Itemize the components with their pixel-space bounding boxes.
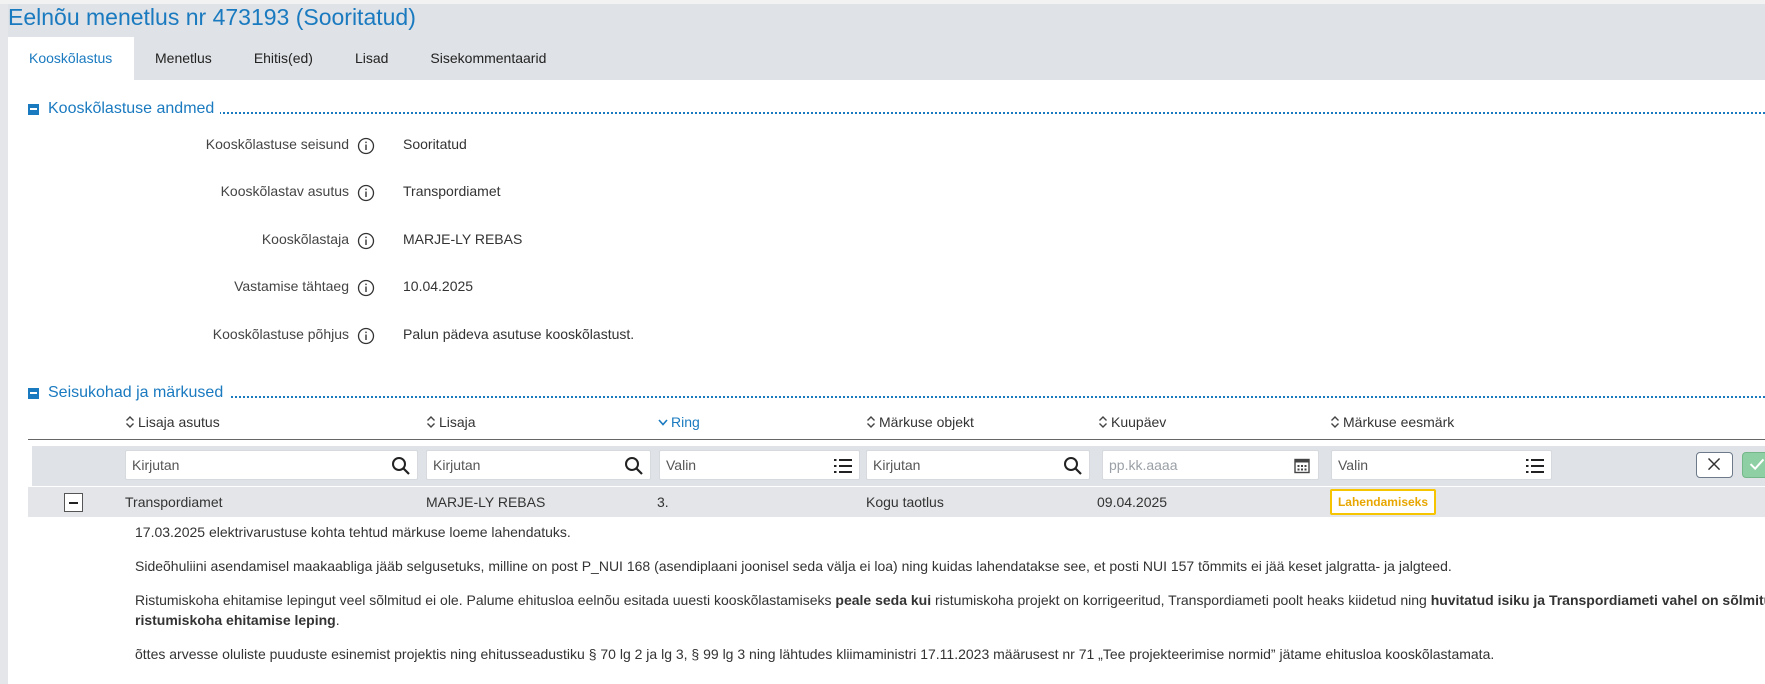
sort-icon: [867, 416, 875, 428]
check-icon: [1749, 458, 1765, 471]
field-value: MARJE-LY REBAS: [403, 231, 523, 247]
info-icon[interactable]: [357, 137, 375, 155]
tab-kooskolastus[interactable]: Kooskõlastus: [8, 37, 134, 80]
tab-lisad[interactable]: Lisad: [334, 37, 409, 80]
apply-filters-button[interactable]: [1742, 452, 1765, 478]
comment-paragraph: ristumiskoha ehitamise leping.: [135, 612, 340, 628]
field-status: Kooskõlastuse seisund Sooritatud: [0, 134, 1765, 158]
tab-bar: Kooskõlastus Menetlus Ehitis(ed) Lisad S…: [8, 37, 567, 80]
field-approver: Kooskõlastaja MARJE-LY REBAS: [0, 229, 1765, 253]
approval-section-header: Kooskõlastuse andmed: [28, 100, 1765, 120]
collapse-icon[interactable]: [28, 104, 39, 115]
field-value: Sooritatud: [403, 136, 467, 152]
search-icon[interactable]: [1063, 456, 1083, 476]
sort-desc-icon: [658, 419, 668, 426]
cell-round: 3.: [657, 494, 669, 510]
header-divider: [28, 439, 1765, 440]
column-header-organization[interactable]: Lisaja asutus: [125, 414, 220, 430]
info-icon[interactable]: [357, 184, 375, 202]
filter-author[interactable]: [426, 450, 651, 480]
calendar-icon[interactable]: [1292, 456, 1312, 476]
comment-paragraph: 17.03.2025 elektrivarustuse kohta tehtud…: [135, 524, 571, 540]
field-label: Kooskõlastaja: [261, 231, 349, 247]
sort-icon: [1099, 416, 1107, 428]
field-value: Palun pädeva asutuse kooskõlastust.: [403, 326, 635, 342]
filter-date-input[interactable]: [1103, 451, 1318, 479]
filter-object-input[interactable]: [867, 451, 1089, 479]
field-label: Kooskõlastav asutus: [220, 183, 349, 199]
tab-ehitised[interactable]: Ehitis(ed): [233, 37, 334, 80]
approval-section-title: Kooskõlastuse andmed: [48, 100, 221, 118]
filter-round[interactable]: [659, 450, 860, 480]
column-header-purpose[interactable]: Märkuse eesmärk: [1330, 414, 1454, 430]
field-authority: Kooskõlastav asutus Transpordiamet: [0, 181, 1765, 205]
filter-purpose[interactable]: [1331, 450, 1552, 480]
search-icon[interactable]: [391, 456, 411, 476]
section-divider: [48, 112, 1765, 114]
sort-icon: [427, 416, 435, 428]
filter-organization[interactable]: [125, 450, 418, 480]
cell-object: Kogu taotlus: [866, 494, 944, 510]
field-label: Kooskõlastuse põhjus: [212, 326, 349, 342]
comment-paragraph: Ristumiskoha ehitamise lepingut veel sõl…: [135, 592, 1765, 608]
column-header-author[interactable]: Lisaja: [426, 414, 476, 430]
filter-author-input[interactable]: [427, 451, 650, 479]
status-badge: Lahendamiseks: [1330, 489, 1436, 515]
sort-icon: [126, 416, 134, 428]
collapse-icon[interactable]: [28, 388, 39, 399]
close-icon: [1707, 458, 1721, 471]
filter-object[interactable]: [866, 450, 1090, 480]
info-icon[interactable]: [357, 232, 375, 250]
tab-sisekommentaarid[interactable]: Sisekommentaarid: [409, 37, 567, 80]
filter-organization-input[interactable]: [126, 451, 417, 479]
info-icon[interactable]: [357, 327, 375, 345]
comment-paragraph: Sideõhuliini asendamisel maakaabliga jää…: [135, 558, 1452, 574]
clear-filters-button[interactable]: [1696, 452, 1733, 478]
filter-purpose-input[interactable]: [1332, 451, 1551, 479]
list-icon[interactable]: [1525, 456, 1545, 476]
field-value: Transpordiamet: [403, 183, 501, 199]
filter-date[interactable]: [1102, 450, 1319, 480]
field-deadline: Vastamise tähtaeg 10.04.2025: [0, 276, 1765, 300]
field-reason: Kooskõlastuse põhjus Palun pädeva asutus…: [0, 324, 1765, 348]
search-icon[interactable]: [624, 456, 644, 476]
remarks-section-header: Seisukohad ja märkused: [28, 384, 1765, 404]
column-header-round[interactable]: Ring: [658, 414, 700, 430]
field-value: 10.04.2025: [403, 278, 474, 294]
field-label: Vastamise tähtaeg: [234, 278, 349, 294]
cell-author: MARJE-LY REBAS: [426, 494, 546, 510]
comment-paragraph: õttes arvesse oluliste puuduste esinemis…: [135, 646, 1495, 662]
collapse-row-icon[interactable]: [64, 493, 83, 512]
cell-organization: Transpordiamet: [125, 494, 223, 510]
filter-round-input[interactable]: [660, 451, 859, 479]
field-label: Kooskõlastuse seisund: [205, 136, 349, 152]
section-divider: [48, 396, 1765, 398]
cell-date: 09.04.2025: [1097, 494, 1168, 510]
column-header-date[interactable]: Kuupäev: [1098, 414, 1166, 430]
list-icon[interactable]: [833, 456, 853, 476]
page-title: Eelnõu menetlus nr 473193 (Sooritatud): [8, 4, 416, 30]
tab-menetlus[interactable]: Menetlus: [134, 37, 233, 80]
sort-icon: [1331, 416, 1339, 428]
remarks-section-title: Seisukohad ja märkused: [48, 384, 230, 402]
info-icon[interactable]: [357, 279, 375, 297]
column-header-object[interactable]: Märkuse objekt: [866, 414, 974, 430]
